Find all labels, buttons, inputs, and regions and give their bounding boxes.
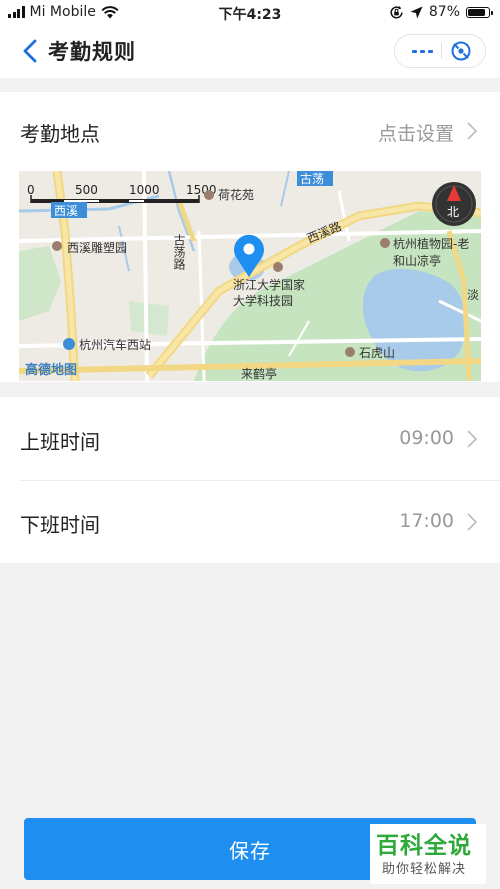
end-time-value: 17:00 bbox=[399, 510, 454, 532]
start-time-value: 09:00 bbox=[399, 427, 454, 449]
start-time-label: 上班时间 bbox=[20, 430, 100, 454]
map-label-laihe: 来鹤亭 bbox=[241, 366, 277, 381]
nav-bar: 考勤规则 bbox=[0, 26, 500, 78]
bus-station-icon bbox=[63, 338, 75, 350]
map-label-edge: 淡 bbox=[467, 288, 479, 302]
scale-label-0: 0 bbox=[27, 183, 35, 197]
location-card: 考勤地点 点击设置 0 500 1000 1500 西溪 古荡 荷花苑 西溪雕塑… bbox=[0, 92, 500, 382]
poi-dot-icon bbox=[52, 241, 62, 251]
map-label-bus-station: 杭州汽车西站 bbox=[79, 337, 151, 352]
poi-dot-icon bbox=[204, 190, 214, 200]
more-icon[interactable] bbox=[407, 35, 437, 67]
watermark-title: 百科全说 bbox=[376, 833, 472, 859]
chevron-right-icon bbox=[467, 513, 478, 531]
orientation-lock-icon bbox=[390, 5, 403, 18]
poi-dot-icon bbox=[345, 347, 355, 357]
map-label-diaosu: 西溪雕塑园 bbox=[67, 240, 127, 255]
map-label-gudang-road: 古荡路 bbox=[172, 233, 186, 271]
status-bar: Mi Mobile 下午4:23 87% bbox=[0, 0, 500, 26]
watermark-subtitle: 助你轻松解决 bbox=[382, 862, 467, 877]
battery-icon bbox=[466, 6, 493, 18]
map-label-xixi: 西溪 bbox=[54, 204, 78, 218]
map-label-zju-2: 大学科技园 bbox=[233, 293, 293, 308]
map-label-botanical: 杭州植物园-老 bbox=[393, 236, 469, 251]
chevron-right-icon bbox=[467, 430, 478, 448]
battery-percent: 87% bbox=[428, 4, 460, 20]
chevron-right-icon bbox=[467, 122, 478, 140]
map-label-zju-1: 浙江大学国家 bbox=[233, 277, 305, 292]
poi-dot-icon bbox=[380, 238, 390, 248]
page-title: 考勤规则 bbox=[48, 40, 136, 64]
capsule-divider bbox=[441, 43, 442, 59]
scale-label-500: 500 bbox=[75, 183, 98, 197]
time-card: 上班时间 09:00 下班时间 17:00 bbox=[0, 397, 500, 563]
poi-dot-icon bbox=[273, 262, 283, 272]
amap-logo: 高德地图 bbox=[25, 362, 77, 378]
location-label: 考勤地点 bbox=[20, 122, 100, 146]
start-time-row[interactable]: 上班时间 09:00 bbox=[0, 397, 500, 480]
end-time-label: 下班时间 bbox=[20, 513, 100, 537]
scale-label-1000: 1000 bbox=[129, 183, 160, 197]
map-label-gudang: 古荡 bbox=[300, 171, 324, 186]
close-icon[interactable] bbox=[450, 40, 472, 62]
compass-north-label: 北 bbox=[447, 205, 459, 219]
park-area bbox=[19, 246, 61, 321]
mini-program-capsule bbox=[394, 34, 486, 68]
location-map[interactable]: 0 500 1000 1500 西溪 古荡 荷花苑 西溪雕塑园 古荡路 西溪路 … bbox=[19, 171, 481, 381]
park-area bbox=[129, 301, 169, 336]
map-label-heshan: 和山凉亭 bbox=[393, 253, 441, 268]
compass-icon: 北 bbox=[432, 182, 476, 226]
location-arrow-icon bbox=[410, 6, 423, 18]
end-time-row[interactable]: 下班时间 17:00 bbox=[0, 481, 500, 563]
back-arrow-icon[interactable] bbox=[20, 36, 44, 66]
map-label-hehuayuan: 荷花苑 bbox=[218, 187, 254, 202]
location-set-button[interactable]: 点击设置 bbox=[378, 119, 454, 146]
map-label-xixi-road: 西溪路 bbox=[305, 218, 344, 245]
map-label-shihushan: 石虎山 bbox=[359, 346, 395, 360]
watermark-logo: 百科全说 助你轻松解决 bbox=[370, 824, 486, 884]
